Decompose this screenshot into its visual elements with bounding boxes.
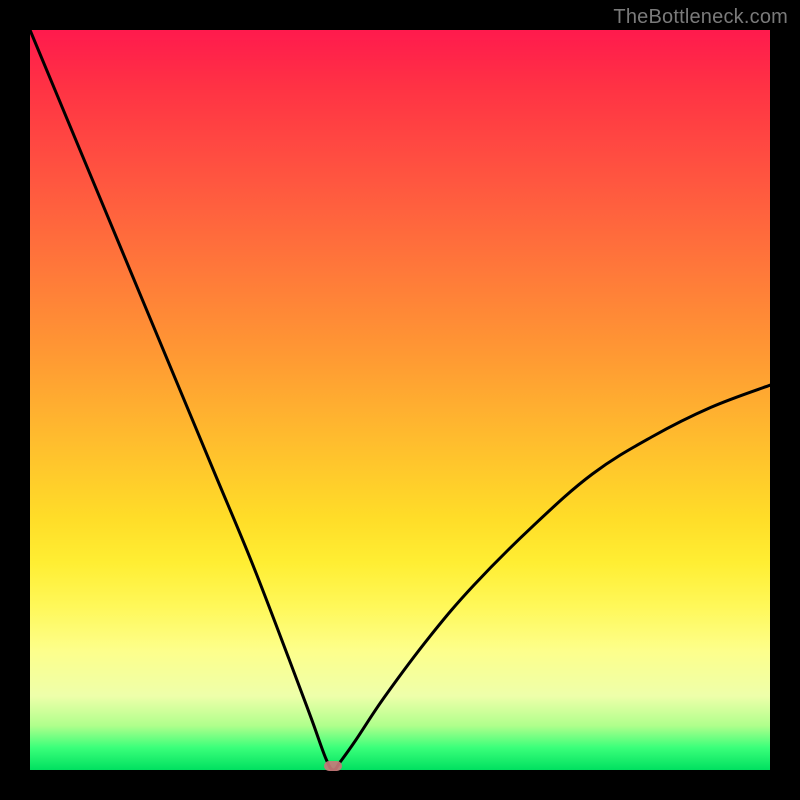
plot-area — [30, 30, 770, 770]
bottleneck-curve — [30, 30, 770, 770]
chart-frame: TheBottleneck.com — [0, 0, 800, 800]
optimum-marker — [324, 761, 342, 771]
watermark-text: TheBottleneck.com — [613, 6, 788, 29]
